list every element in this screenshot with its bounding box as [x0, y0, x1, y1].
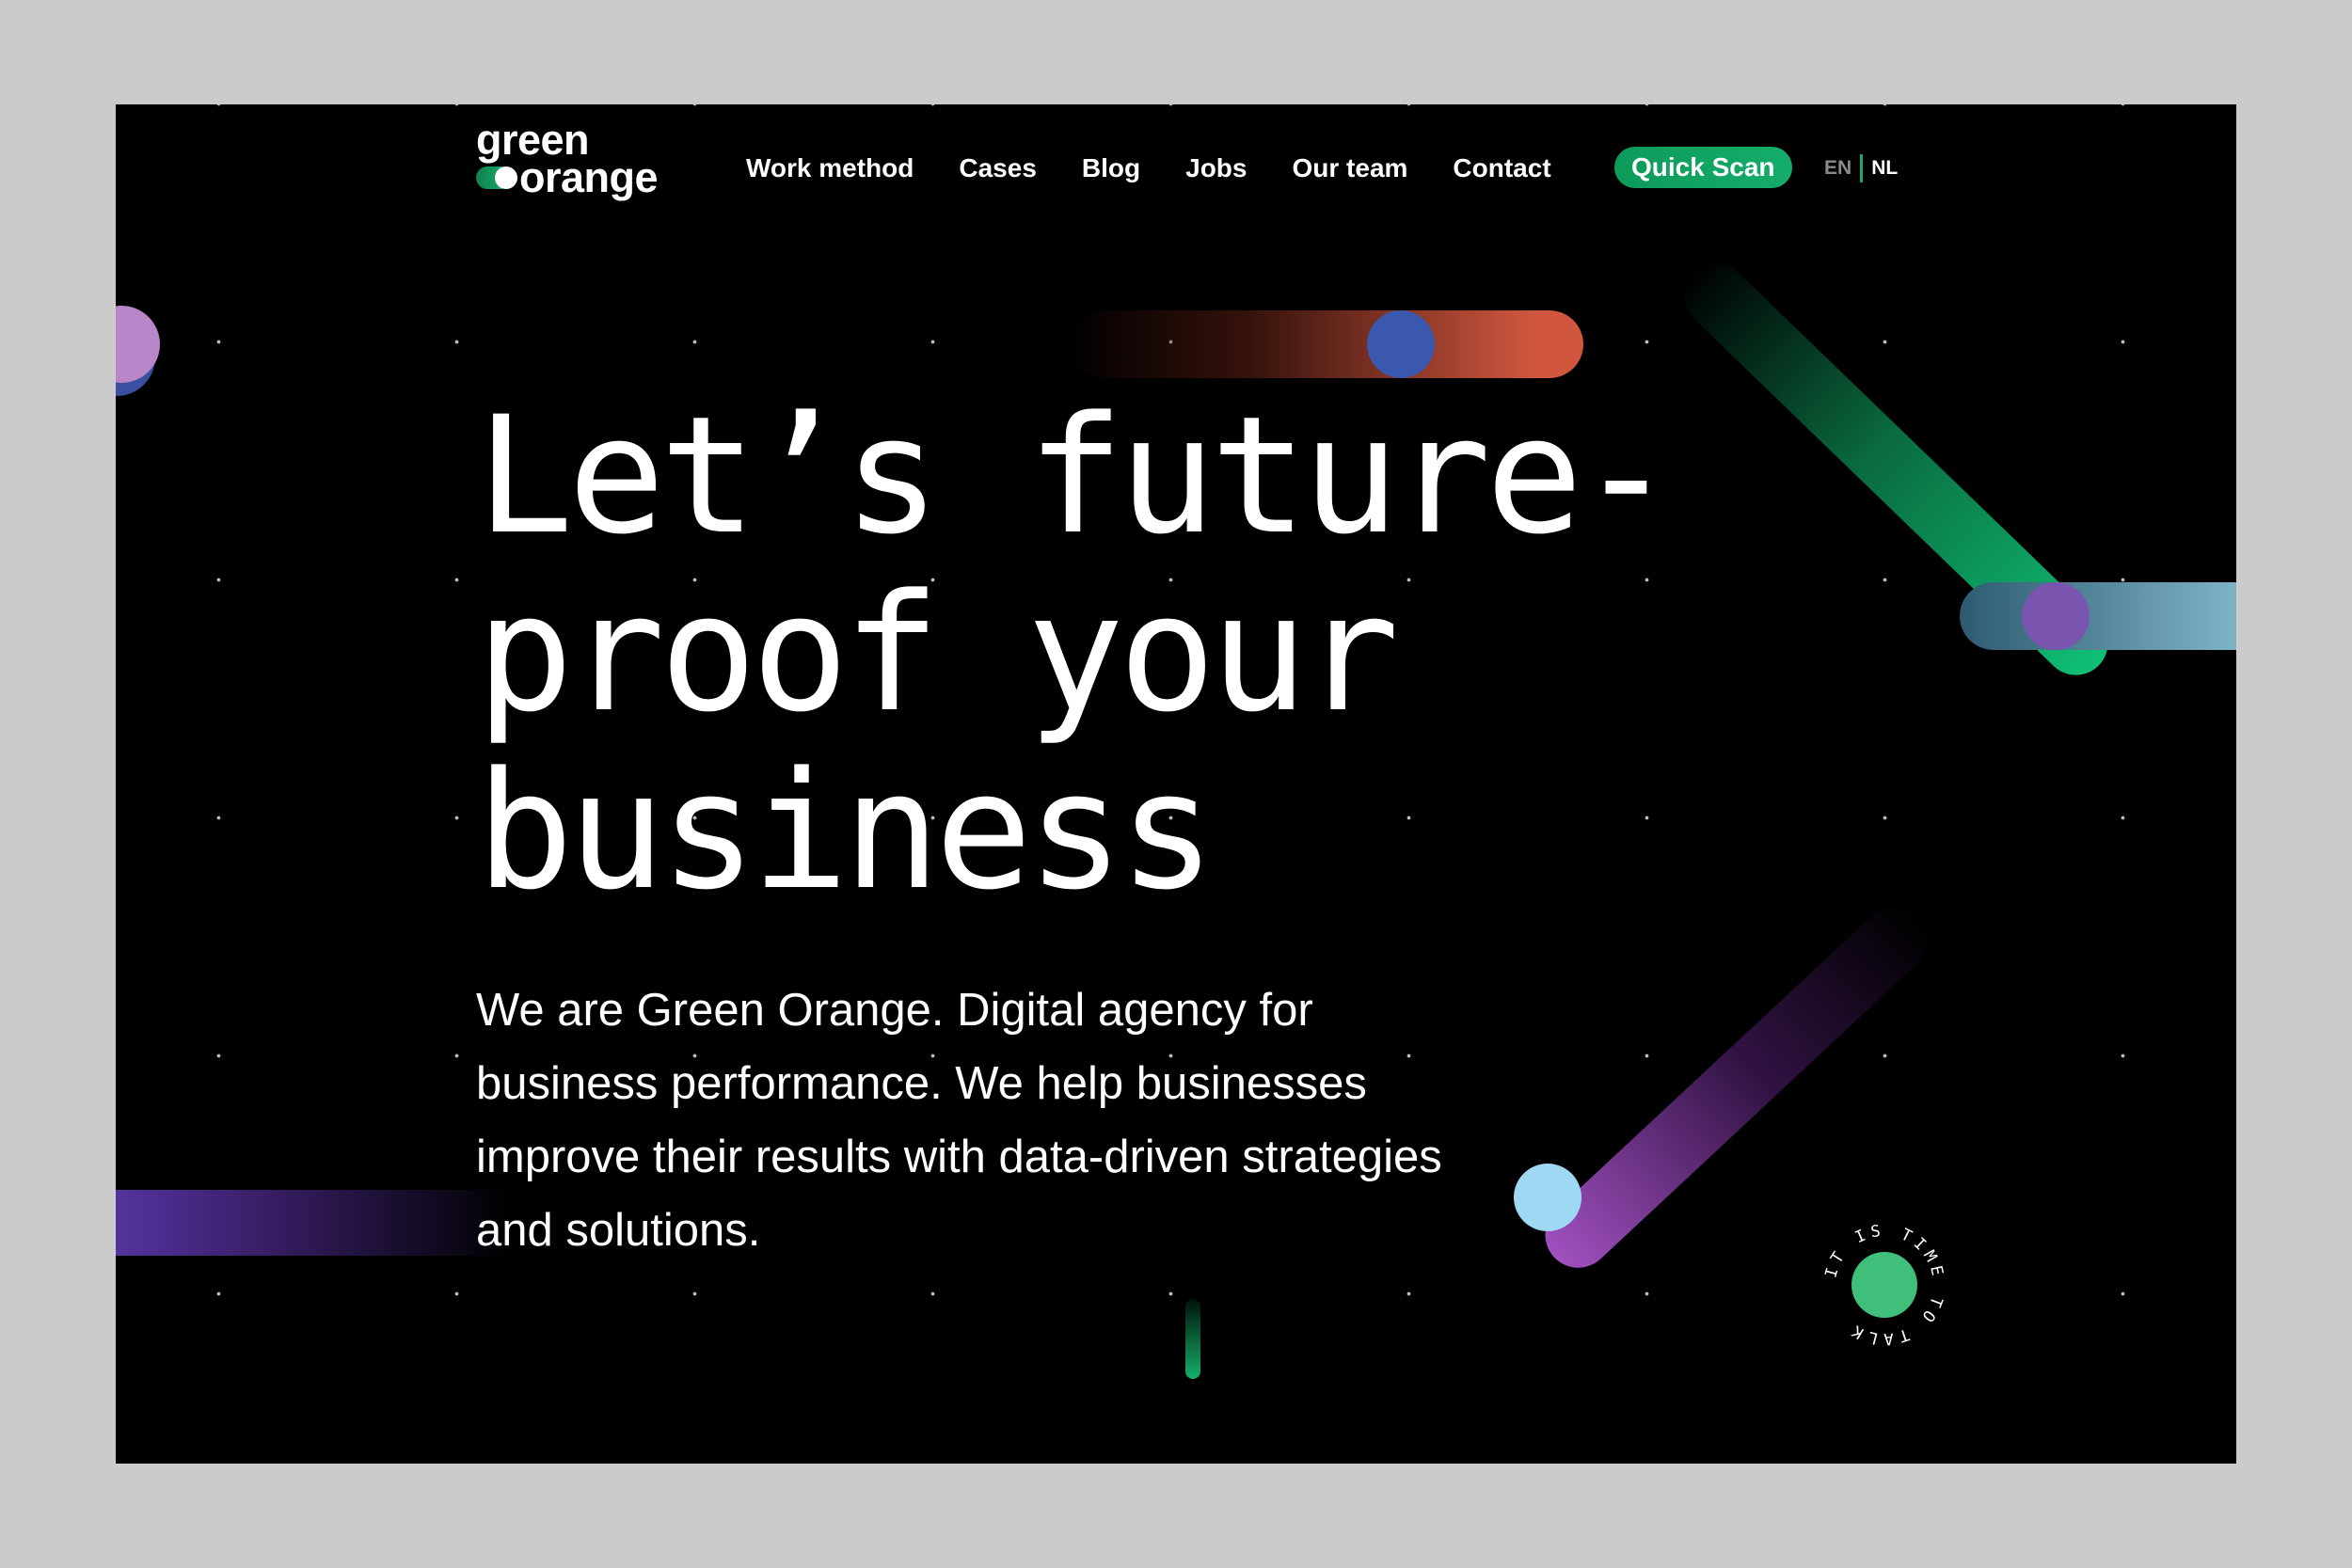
- nav-item-cases[interactable]: Cases: [959, 153, 1037, 183]
- nav-item-work-method[interactable]: Work method: [746, 153, 914, 183]
- page-frame: green orange Work method Cases Blog Jobs…: [116, 104, 2236, 1464]
- main-nav: Work method Cases Blog Jobs Our team Con…: [746, 147, 1597, 190]
- logo-pill-icon: [476, 166, 517, 189]
- hero-headline: Let’s future- proof your business: [476, 381, 1675, 926]
- hero-headline-line-1: Let’s future-: [476, 381, 1675, 570]
- time-to-talk-badge[interactable]: IT IS TIME TO TALK: [1814, 1214, 1955, 1355]
- talk-badge-dot-icon: [1851, 1252, 1917, 1318]
- hero-headline-line-2: proof your: [476, 559, 1400, 748]
- brand-logo[interactable]: green orange: [476, 119, 659, 201]
- language-nl[interactable]: NL: [1871, 157, 1898, 180]
- logo-line-2: orange: [519, 153, 659, 201]
- nav-item-our-team[interactable]: Our team: [1292, 153, 1407, 183]
- language-switcher: EN NL: [1824, 154, 1898, 182]
- language-en[interactable]: EN: [1824, 157, 1851, 180]
- language-divider: [1860, 154, 1864, 182]
- nav-item-contact[interactable]: Contact: [1453, 153, 1550, 183]
- nav-item-jobs[interactable]: Jobs: [1185, 153, 1247, 183]
- quick-scan-button[interactable]: Quick Scan: [1614, 147, 1792, 188]
- hero-intro-text: We are Green Orange. Digital agency for …: [476, 985, 1442, 1256]
- nav-item-blog[interactable]: Blog: [1082, 153, 1140, 183]
- scroll-down-indicator[interactable]: [1185, 1299, 1200, 1379]
- hero-headline-line-3: business: [476, 736, 1216, 926]
